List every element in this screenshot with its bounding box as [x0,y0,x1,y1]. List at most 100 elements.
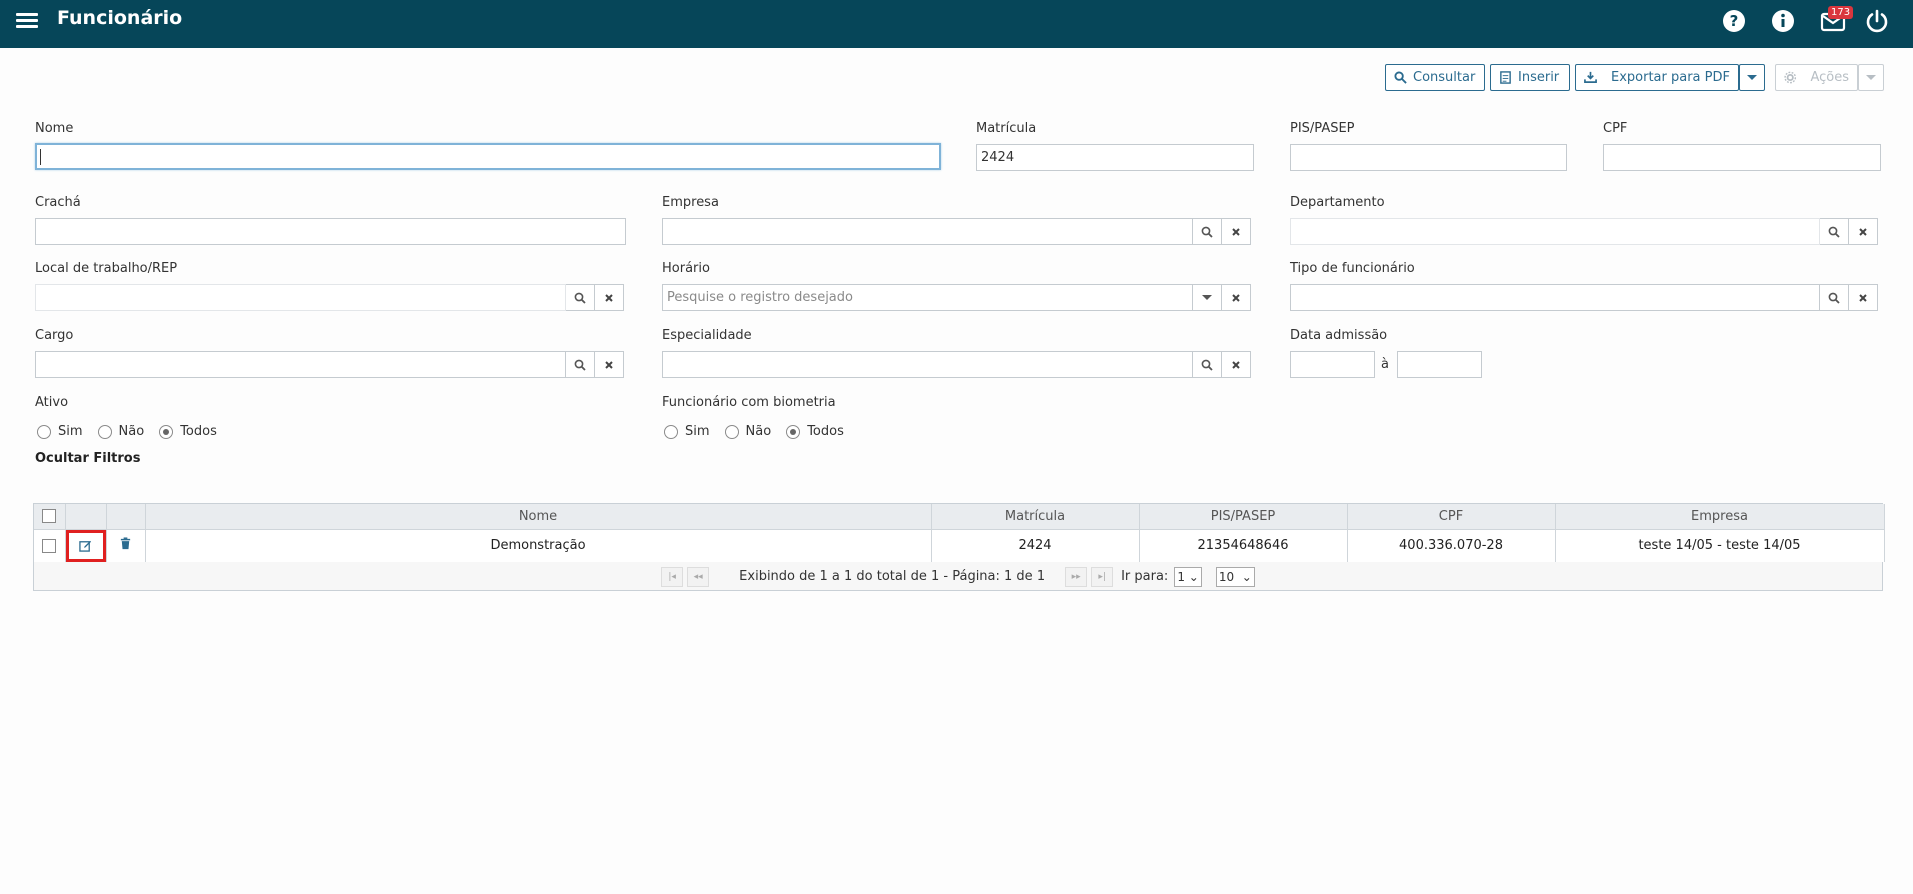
date-range-separator: à [1381,357,1389,372]
cargo-input[interactable] [35,351,566,378]
first-page-icon[interactable]: |◂ [661,566,684,587]
ativo-nao-radio[interactable] [97,424,112,439]
export-dropdown-button[interactable] [1739,64,1765,91]
local-input[interactable] [35,284,566,311]
nome-input[interactable] [35,143,941,170]
select-all-checkbox[interactable] [42,509,57,524]
ativo-todos-radio[interactable] [159,424,174,439]
col-header-nome[interactable]: Nome [145,504,932,530]
table-row[interactable]: Demonstração 2424 21354648646 400.336.07… [34,529,1885,562]
prev-page-icon[interactable]: ◂◂ [687,566,710,587]
page-select[interactable]: 1 ⌄ [1174,566,1202,587]
cell-cpf: 400.336.070-28 [1347,529,1556,562]
especialidade-input[interactable] [662,351,1193,378]
local-label: Local de trabalho/REP [35,261,178,276]
horario-clear-button[interactable] [1222,284,1251,311]
cargo-search-button[interactable] [566,351,595,378]
info-icon[interactable] [1770,8,1796,34]
pagination-info: Exibindo de 1 a 1 do total de 1 - Página… [739,569,1046,584]
ativo-nao-label: Não [118,424,145,439]
last-page-icon[interactable]: ▸| [1091,566,1114,587]
local-search-button[interactable] [566,284,595,311]
empresa-clear-button[interactable] [1222,218,1251,245]
data-admissao-start-input[interactable] [1290,351,1375,378]
edit-icon [79,541,92,552]
ativo-sim-radio[interactable] [37,424,51,439]
data-admissao-end-input[interactable] [1397,351,1482,378]
next-page-icon[interactable]: ▸▸ [1065,566,1088,587]
acoes-dropdown-button[interactable] [1858,64,1884,91]
nome-label: Nome [35,121,74,136]
departamento-input[interactable] [1290,218,1820,245]
mail-icon[interactable]: 173 [1820,6,1854,34]
cracha-input[interactable] [35,218,626,245]
row-checkbox[interactable] [42,538,57,553]
biometria-sim-radio[interactable] [664,424,678,439]
edit-button[interactable] [65,529,106,562]
col-header-cpf[interactable]: CPF [1347,504,1556,530]
top-bar: Funcionário ? 173 [0,0,1913,48]
tipo-clear-button[interactable] [1849,284,1878,311]
biometria-sim-label: Sim [685,424,710,439]
ativo-sim-label: Sim [58,424,83,439]
col-header-pis[interactable]: PIS/PASEP [1139,504,1348,530]
biometria-todos-radio[interactable] [786,424,801,439]
departamento-clear-button[interactable] [1849,218,1878,245]
close-icon [1859,227,1867,236]
especialidade-clear-button[interactable] [1222,351,1251,378]
hide-filters-link[interactable]: Ocultar Filtros [35,451,140,466]
acoes-button[interactable]: Ações [1775,64,1858,91]
help-icon[interactable]: ? [1721,8,1747,34]
close-icon [1859,293,1867,302]
consultar-label: Consultar [1413,70,1476,85]
cpf-input[interactable] [1603,144,1881,171]
especialidade-search-button[interactable] [1193,351,1222,378]
delete-col-header [106,504,146,530]
biometria-label: Funcionário com biometria [662,395,836,410]
pagination-bar: |◂ ◂◂ Exibindo de 1 a 1 do total de 1 - … [34,563,1882,590]
power-icon[interactable] [1864,8,1890,34]
cell-nome: Demonstração [145,529,932,562]
exportar-label: Exportar para PDF [1611,70,1730,85]
consultar-button[interactable]: Consultar [1385,64,1485,91]
matricula-input[interactable]: 2424 [976,144,1254,171]
inserir-button[interactable]: Inserir [1490,64,1570,91]
especialidade-label: Especialidade [662,328,752,343]
trash-icon [120,537,131,550]
empresa-input[interactable] [662,218,1193,245]
cargo-clear-button[interactable] [595,351,624,378]
tipo-search-button[interactable] [1820,284,1849,311]
horario-dropdown-button[interactable] [1193,284,1222,311]
local-clear-button[interactable] [595,284,624,311]
col-header-empresa[interactable]: Empresa [1555,504,1885,530]
svg-text:?: ? [1730,12,1739,30]
exportar-pdf-button[interactable]: Exportar para PDF [1575,64,1739,91]
close-icon [605,360,613,369]
notification-badge: 173 [1828,6,1854,19]
empresa-label: Empresa [662,195,719,210]
hamburger-menu-icon[interactable] [16,10,38,32]
edit-col-header [65,504,107,530]
document-icon [1500,71,1511,84]
grid-header-row: Nome Matrícula PIS/PASEP CPF Empresa [34,504,1885,530]
empresa-search-button[interactable] [1193,218,1222,245]
tipo-input[interactable] [1290,284,1820,311]
page-select-value: 1 [1177,569,1185,584]
text-cursor [40,149,41,165]
download-icon [1584,71,1597,83]
biometria-radio-group: Sim Não Todos [664,424,859,439]
row-edit-cell [65,529,107,562]
close-icon [605,293,613,302]
horario-input[interactable]: Pesquise o registro desejado [662,284,1193,311]
biometria-nao-radio[interactable] [724,424,739,439]
cell-empresa: teste 14/05 - teste 14/05 [1555,529,1885,562]
search-icon [1394,71,1407,84]
gear-icon [1784,71,1797,84]
col-header-matricula[interactable]: Matrícula [931,504,1140,530]
row-delete-cell [106,529,146,562]
page-size-select[interactable]: 10 ⌄ [1215,566,1255,587]
delete-button[interactable] [119,537,132,550]
chevron-down-icon [1866,75,1876,80]
pis-input[interactable] [1290,144,1567,171]
departamento-search-button[interactable] [1820,218,1849,245]
